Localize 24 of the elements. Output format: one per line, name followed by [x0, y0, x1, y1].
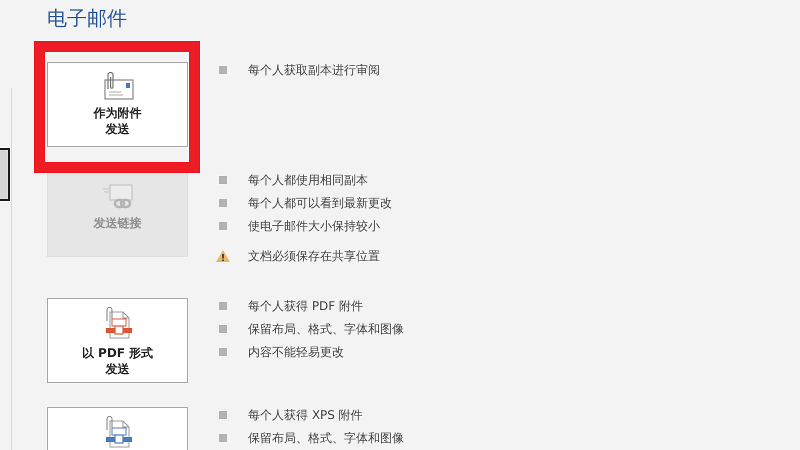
- bullet-icon: [219, 411, 227, 419]
- note-text: 文档必须保存在共享位置: [248, 248, 380, 264]
- send-option-button[interactable]: 作为附件 发送: [47, 62, 188, 147]
- nav-tab[interactable]: [0, 148, 10, 201]
- bullet-icon: [219, 199, 227, 207]
- note-text: 每个人获得 PDF 附件: [248, 298, 364, 314]
- bullet-icon: [219, 325, 227, 333]
- note-text: 内容不能轻易更改: [248, 344, 344, 360]
- bullet-icon: [219, 434, 227, 442]
- note-text: 每个人获取副本进行审阅: [248, 62, 380, 78]
- bullet-icon: [219, 348, 227, 356]
- bullet-icon: [219, 302, 227, 310]
- bullet-icon: [219, 66, 227, 74]
- note-text: 保留布局、格式、字体和图像: [248, 321, 404, 337]
- note-text: 保留布局、格式、字体和图像: [248, 430, 404, 446]
- note-text: 每个人都可以看到最新更改: [248, 195, 392, 211]
- section-title: 电子邮件: [47, 6, 127, 30]
- note-text: 使电子邮件大小保持较小: [248, 218, 380, 234]
- note-text: 每个人获得 XPS 附件: [248, 407, 363, 423]
- bullet-icon: [219, 222, 227, 230]
- bullet-icon: [219, 176, 227, 184]
- note-text: 每个人都使用相同副本: [248, 172, 368, 188]
- send-option-button[interactable]: 以 PDF 形式 发送: [47, 298, 188, 383]
- warning-icon: [215, 249, 231, 263]
